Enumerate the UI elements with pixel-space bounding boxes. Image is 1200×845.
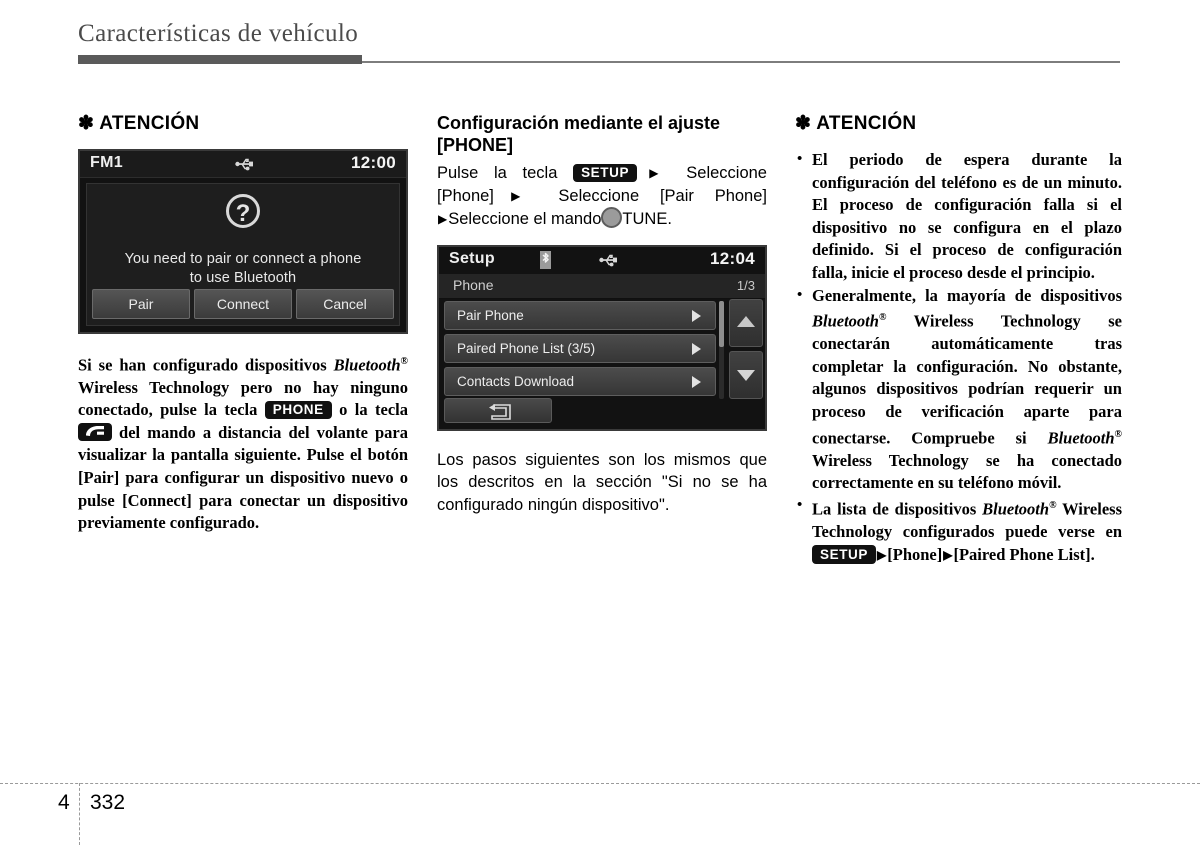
attention-heading-right: ✽ ATENCIÓN <box>795 112 1122 135</box>
bluetooth-trademark: Bluetooth <box>812 311 879 331</box>
arrow-separator-3: ▶ <box>438 212 448 226</box>
bluetooth-trademark: Bluetooth <box>1047 428 1115 448</box>
attention-heading-left-label: ATENCIÓN <box>99 113 200 134</box>
setup-row-label: Pair Phone <box>457 307 524 323</box>
setup-row-pair-phone[interactable]: Pair Phone <box>444 300 716 330</box>
head-unit-screenshot-fm1: FM1 12:00 ? You need to pair or connect … <box>78 149 408 334</box>
page-title: Características de vehículo <box>78 20 359 47</box>
setup-key-badge: SETUP <box>573 163 638 182</box>
fm1-dialog-message-line2: to use Bluetooth <box>189 270 297 286</box>
setup-row-contacts-download[interactable]: Contacts Download <box>444 366 716 396</box>
column-one-paragraph: Si se han configurado dispositivos Bluet… <box>78 351 408 535</box>
usb-icon <box>235 157 255 176</box>
phone-handset-icon <box>78 422 112 441</box>
bullet-3-text-a: La lista de dispositivos <box>812 499 983 519</box>
bullet-2-text-c: Wireless Technology se ha conectado corr… <box>812 450 1122 493</box>
registered-mark: ® <box>1049 499 1057 511</box>
bluetooth-trademark: Bluetooth <box>333 355 401 374</box>
bullet-2-text-a: Generalmente, la mayoría de dispositivos <box>812 285 1122 305</box>
bullet-3-text-c: [Phone] <box>887 544 943 564</box>
setup-menu-list: Pair Phone Paired Phone List (3/5) Conta… <box>444 300 716 400</box>
scroll-up-arrow <box>737 315 755 327</box>
usb-icon <box>599 253 619 272</box>
bluetooth-trademark: Bluetooth <box>982 499 1050 519</box>
asterisk-icon: ✽ <box>78 113 95 134</box>
c1-text-a: Si se han configurado dispositivos <box>78 355 334 374</box>
scroll-up-button[interactable] <box>729 298 763 347</box>
scroll-down-arrow <box>737 369 755 381</box>
bullet-1-text: El periodo de espera durante la configur… <box>812 150 1122 282</box>
fm1-connect-button[interactable]: Connect <box>194 289 292 319</box>
c2-text-d: Seleccione el mando <box>448 210 602 228</box>
setup-section-heading: Configuración mediante el ajuste [PHONE] <box>437 112 767 156</box>
fm1-dialog-body: ? You need to pair or connect a phone to… <box>86 183 400 326</box>
column-one: ✽ ATENCIÓN FM1 12:00 ? You need to pair o… <box>78 112 408 551</box>
fm1-dialog-message-line1: You need to pair or connect a phone <box>124 251 362 267</box>
bluetooth-icon <box>539 250 552 274</box>
bullet-2-text-b: Wireless Technology se conectarán automá… <box>812 311 1122 448</box>
setup-title: Setup <box>449 249 495 267</box>
setup-note-paragraph: Los pasos siguientes son los mismos que … <box>437 450 767 514</box>
fm1-cancel-button[interactable]: Cancel <box>296 289 394 319</box>
chevron-right-icon <box>692 375 701 388</box>
setup-steps-paragraph: Pulse la tecla SETUP ▶ Seleccione [Phone]… <box>437 162 767 231</box>
registered-mark: ® <box>1114 428 1122 440</box>
phone-key-badge: PHONE <box>264 400 332 420</box>
column-three: ✽ATENCIÓN El periodo de espera durante l… <box>795 112 1122 566</box>
chevron-right-icon <box>692 342 701 355</box>
attention-heading-right-label: ATENCIÓN <box>816 113 917 134</box>
list-item: El periodo de espera durante la configur… <box>795 148 1122 285</box>
setup-page-indicator: 1/3 <box>736 277 755 293</box>
question-mark-icon: ? <box>226 194 260 228</box>
chevron-right-icon <box>692 309 701 322</box>
setup-subbar-label: Phone <box>453 276 494 293</box>
setup-row-label: Contacts Download <box>457 373 575 389</box>
fm1-source-label: FM1 <box>90 154 123 171</box>
attention-bullet-list: El periodo de espera durante la configur… <box>795 148 1122 566</box>
setup-row-label: Paired Phone List (3/5) <box>457 340 596 356</box>
footer-crop-rule-vertical <box>79 783 80 845</box>
column-two: Configuración mediante el ajuste [PHONE]… <box>437 112 767 516</box>
fm1-dialog-buttons: Pair Connect Cancel <box>92 289 394 319</box>
setup-scrollbar[interactable] <box>719 300 724 399</box>
setup-clock: 12:04 <box>710 248 755 268</box>
setup-section-heading-line1: Configuración mediante el ajuste <box>437 113 721 133</box>
arrow-separator-1: ▶ <box>638 166 670 180</box>
asterisk-icon: ✽ <box>795 113 812 134</box>
footer-chapter-number: 4 <box>58 791 70 814</box>
setup-sub-bar: Phone 1/3 <box>439 273 765 299</box>
fm1-status-bar: FM1 12:00 <box>80 151 406 178</box>
fm1-clock: 12:00 <box>351 153 396 172</box>
list-item: Generalmente, la mayoría de dispositivos… <box>795 284 1122 495</box>
scroll-down-button[interactable] <box>729 350 763 399</box>
footer-crop-rule-horizontal <box>0 783 1200 784</box>
list-item: La lista de dispositivos Bluetooth® Wire… <box>795 494 1122 566</box>
arrow-separator-4: ▶ <box>877 547 887 562</box>
registered-mark: ® <box>400 355 408 367</box>
setup-section-heading-line2: [PHONE] <box>437 135 513 155</box>
arrow-separator-5: ▶ <box>943 547 953 562</box>
setup-row-paired-phone-list[interactable]: Paired Phone List (3/5) <box>444 333 716 363</box>
tune-knob-icon <box>601 207 623 228</box>
page-header: Características de vehículo <box>0 0 1200 70</box>
bullet-3-text-d: [Paired Phone List]. <box>953 544 1095 564</box>
setup-scroll-buttons <box>729 298 763 399</box>
setup-key-badge: SETUP <box>812 545 877 564</box>
header-rule-thick <box>78 55 362 64</box>
arrow-separator-2: ▶ <box>494 188 537 203</box>
header-rule-thin <box>362 61 1120 63</box>
c1-text-c: o la tecla <box>331 400 408 420</box>
head-unit-screenshot-setup: Setup 12:04 Phone 1/3 Pair Phone Paired … <box>437 244 767 431</box>
fm1-pair-button[interactable]: Pair <box>92 289 190 319</box>
c2-text-e: TUNE. <box>622 210 672 228</box>
footer-page-number: 332 <box>90 791 126 814</box>
c1-text-d: del mando a distancia del volante para v… <box>78 422 408 533</box>
fm1-dialog-message: You need to pair or connect a phone to u… <box>99 250 387 288</box>
setup-scrollbar-thumb[interactable] <box>719 300 724 347</box>
c2-text-c: Seleccione [Pair Phone] <box>537 186 767 205</box>
attention-heading-left: ✽ ATENCIÓN <box>78 112 408 135</box>
setup-back-button[interactable] <box>444 397 552 423</box>
c2-text-a: Pulse la tecla <box>437 164 574 182</box>
